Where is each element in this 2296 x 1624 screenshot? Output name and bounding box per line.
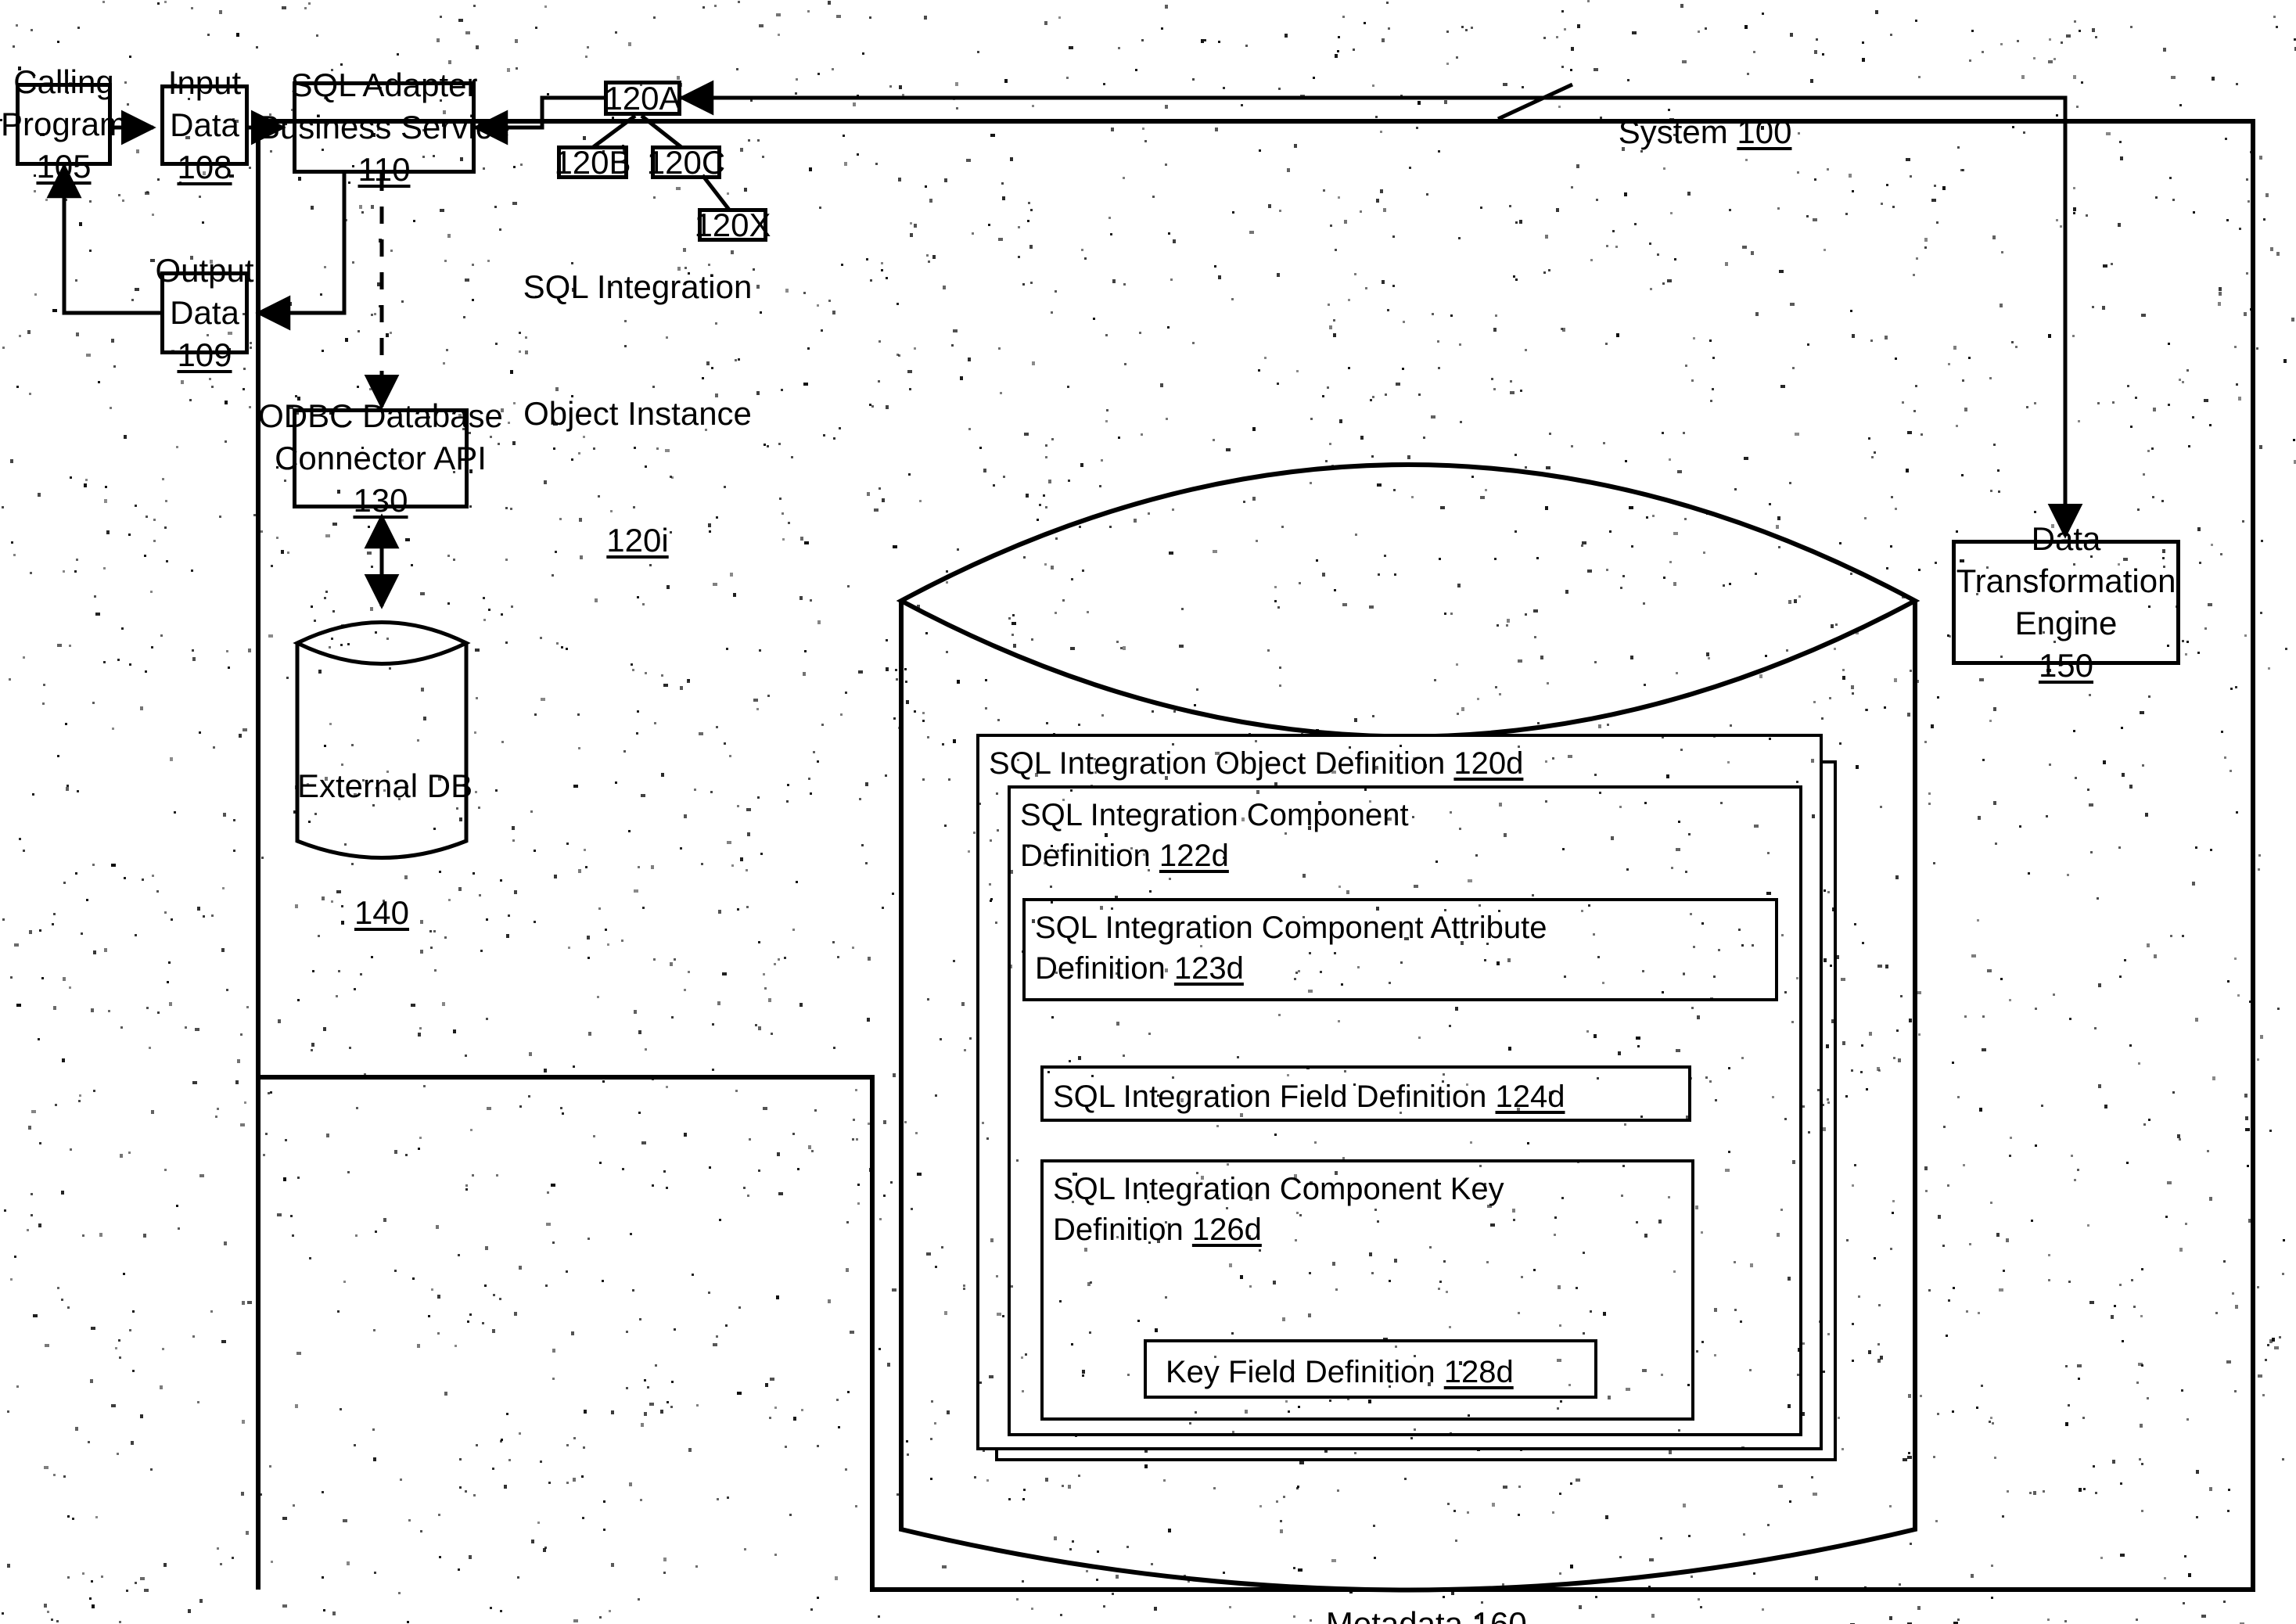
instance-caption-line1: SQL Integration [523, 268, 753, 305]
definition-123d-line1: SQL Integration Component Attribute [1035, 911, 1547, 945]
definition-124d-ref: 124d [1495, 1080, 1565, 1114]
definition-126d-ref: 126d [1191, 1213, 1262, 1247]
node-data-transformation-engine[interactable]: Data Transformation Engine 150 [1952, 520, 2180, 684]
sql-adapter-line2: Business Service [257, 109, 511, 146]
input-data-line1: Input [167, 64, 242, 101]
instance-caption: SQL Integration Object Instance 120i [501, 181, 774, 646]
instance-120a-label: 120A [604, 79, 681, 117]
definition-128d-text: Key Field Definition [1166, 1355, 1435, 1389]
output-data-line2: Data [170, 294, 239, 331]
external-db-line1: External DB [297, 767, 473, 804]
input-data-ref: 108 [177, 149, 232, 185]
calling-program-line1: Calling [13, 63, 114, 100]
external-db-ref: 140 [354, 894, 410, 931]
metadata-label-name: Metadata [1325, 1605, 1464, 1624]
definition-123d-line2: Definition [1035, 951, 1166, 986]
node-calling-program[interactable]: Calling Program 105 [1, 63, 127, 185]
node-instance-120a[interactable]: 120A [604, 80, 681, 117]
definition-122d-line1: SQL Integration Component [1020, 798, 1409, 832]
instance-120c-label: 120C [646, 143, 726, 181]
definition-124d-text: SQL Integration Field Definition [1053, 1080, 1487, 1114]
dte-line1: Data [2031, 520, 2101, 557]
system-label-name: System [1618, 113, 1728, 150]
edge-adapter-to-output [255, 174, 347, 331]
sql-adapter-line1: SQL Adapter [290, 66, 478, 103]
node-output-data[interactable]: Output Data 109 [155, 252, 253, 373]
node-odbc-database-connector-api[interactable]: ODBC Database Connector API 130 [258, 397, 503, 519]
instance-caption-ref: 120i [606, 522, 669, 559]
metadata-label-ref: 160 [1471, 1605, 1527, 1624]
metadata-label: Metadata 160 [901, 1561, 1915, 1624]
definition-122d-ref: 122d [1159, 839, 1229, 873]
definition-120d-text: SQL Integration Object Definition [989, 746, 1446, 781]
odbc-api-line1: ODBC Database [258, 397, 503, 434]
system-label-ref: 100 [1737, 113, 1792, 150]
output-data-line1: Output [155, 252, 254, 289]
definition-123d-ref: 123d [1173, 951, 1244, 986]
system-label: System 100 [1582, 69, 1792, 196]
definition-box-123d[interactable]: SQL Integration Component Attribute Defi… [1022, 898, 1778, 1001]
definition-120d-ref: 120d [1453, 746, 1524, 781]
external-db-label: External DB 140 [297, 681, 473, 1019]
definition-126d-line2: Definition [1053, 1213, 1192, 1247]
definition-122d-line2: Definition [1020, 839, 1151, 873]
edge-output-to-calling [46, 163, 160, 315]
output-data-ref: 109 [177, 336, 232, 373]
input-data-line2: Data [170, 106, 239, 143]
odbc-api-line2: Connector API [275, 440, 487, 476]
dte-line3: Engine [2014, 605, 2118, 641]
dte-line2: Transformation [1956, 562, 2176, 599]
sql-adapter-ref: 110 [358, 151, 411, 188]
calling-program-ref: 105 [36, 148, 92, 185]
node-instance-120b[interactable]: 120B [554, 144, 631, 181]
odbc-api-ref: 130 [353, 482, 408, 519]
node-sql-adapter-business-service[interactable]: SQL Adapter Business Service 110 [258, 66, 510, 188]
definition-box-128d[interactable]: Key Field Definition 128d [1144, 1339, 1597, 1399]
patent-figure-canvas: ODBC API --> Calling [0, 0, 2296, 1624]
dte-ref: 150 [2038, 647, 2094, 684]
definition-128d-ref: 128d [1443, 1355, 1514, 1389]
node-input-data[interactable]: Input Data 108 [160, 64, 249, 185]
system-label-leader [1497, 82, 1574, 121]
calling-program-line2: Program [0, 106, 128, 142]
node-instance-120c[interactable]: 120C [647, 144, 725, 181]
definition-box-124d[interactable]: SQL Integration Field Definition 124d [1040, 1065, 1691, 1122]
definition-126d-line1: SQL Integration Component Key [1053, 1172, 1504, 1206]
instance-120b-label: 120B [554, 143, 631, 181]
instance-caption-line2: Object Instance [523, 395, 752, 432]
